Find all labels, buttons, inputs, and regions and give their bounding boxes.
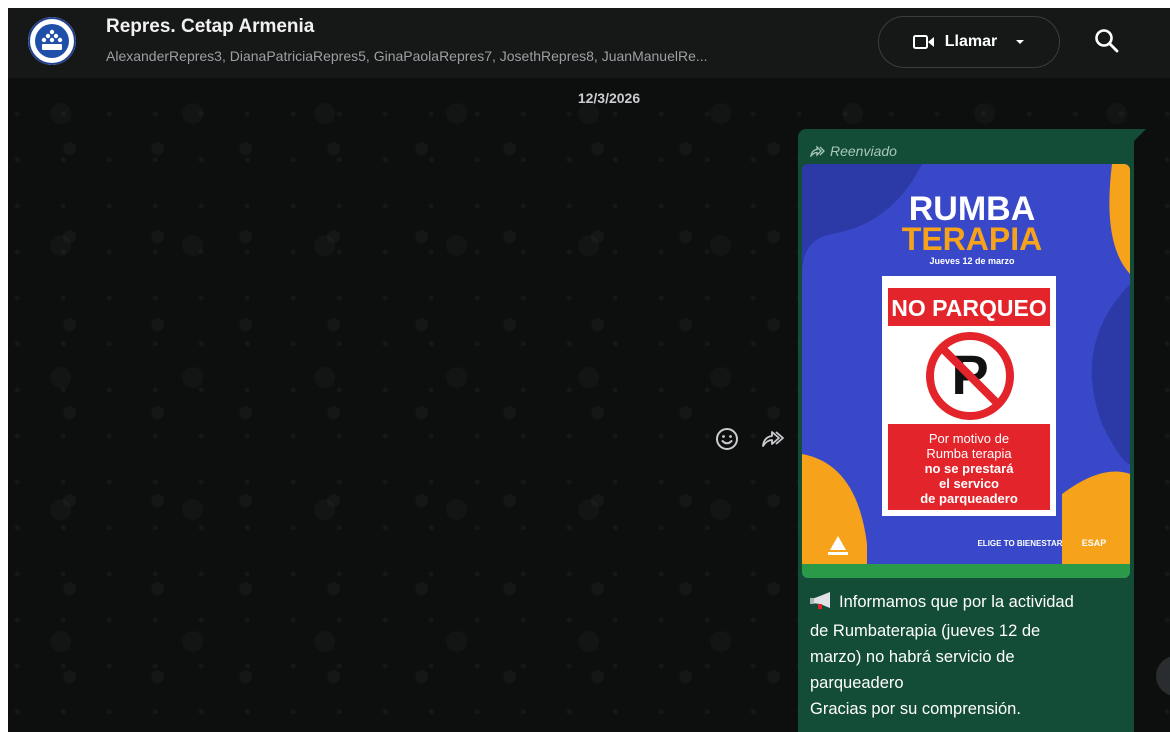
message-caption: Informamos que por la actividad de Rumba… [810, 589, 1128, 722]
poster-image[interactable]: RUMBA TERAPIA Jueves 12 de marzo NO PARQ… [802, 164, 1130, 578]
caption-line-4: parqueadero [810, 674, 904, 692]
message-actions [714, 426, 788, 452]
caption-line-3: marzo) no habrá servicio de [810, 648, 1015, 666]
poster-notice-5: de parqueadero [920, 491, 1018, 506]
chat-window: Repres. Cetap Armenia AlexanderRepres3, … [8, 8, 1170, 732]
poster-notice-1: Por motivo de [929, 431, 1009, 446]
poster-title-bottom: TERAPIA [902, 221, 1042, 257]
react-emoji-icon[interactable] [714, 426, 740, 452]
bubble-tail [1134, 129, 1146, 141]
forwarded-label: Reenviado [810, 143, 897, 159]
megaphone-icon [810, 592, 836, 618]
chat-header: Repres. Cetap Armenia AlexanderRepres3, … [8, 8, 1170, 78]
caption-line-1: Informamos que por la actividad [810, 589, 1128, 618]
group-avatar[interactable] [28, 17, 76, 65]
poster-banner: NO PARQUEO [891, 295, 1046, 321]
chat-title[interactable]: Repres. Cetap Armenia [106, 16, 314, 38]
call-label: Llamar [944, 33, 998, 50]
caption-line-5: Gracias por su comprensión. [810, 700, 1021, 718]
poster-notice-3: no se prestará [925, 461, 1015, 476]
poster-logo-bienestar: ELIGE TO BIENESTAR [977, 539, 1062, 548]
chevron-down-icon [1016, 40, 1025, 44]
forwarded-text: Reenviado [830, 143, 897, 159]
poster-logo-esap: ESAP [1082, 538, 1107, 548]
search-button[interactable] [1092, 26, 1122, 56]
poster-notice-2: Rumba terapia [926, 446, 1012, 461]
message-bubble[interactable]: Reenviado RUMBA TERAPIA Jueves 12 de mar… [798, 129, 1134, 732]
date-divider: 12/3/2026 [577, 90, 641, 106]
member-list[interactable]: AlexanderRepres3, DianaPatriciaRepres5, … [106, 48, 866, 64]
caption-line-2: de Rumbaterapia (jueves 12 de [810, 622, 1041, 640]
poster-date: Jueves 12 de marzo [929, 256, 1015, 266]
poster-notice-4: el servico [939, 476, 999, 491]
search-icon [1095, 29, 1119, 53]
forwarded-icon [810, 145, 825, 157]
forward-icon[interactable] [760, 428, 786, 450]
call-button[interactable]: Llamar [878, 16, 1060, 68]
video-call-icon [912, 35, 934, 49]
